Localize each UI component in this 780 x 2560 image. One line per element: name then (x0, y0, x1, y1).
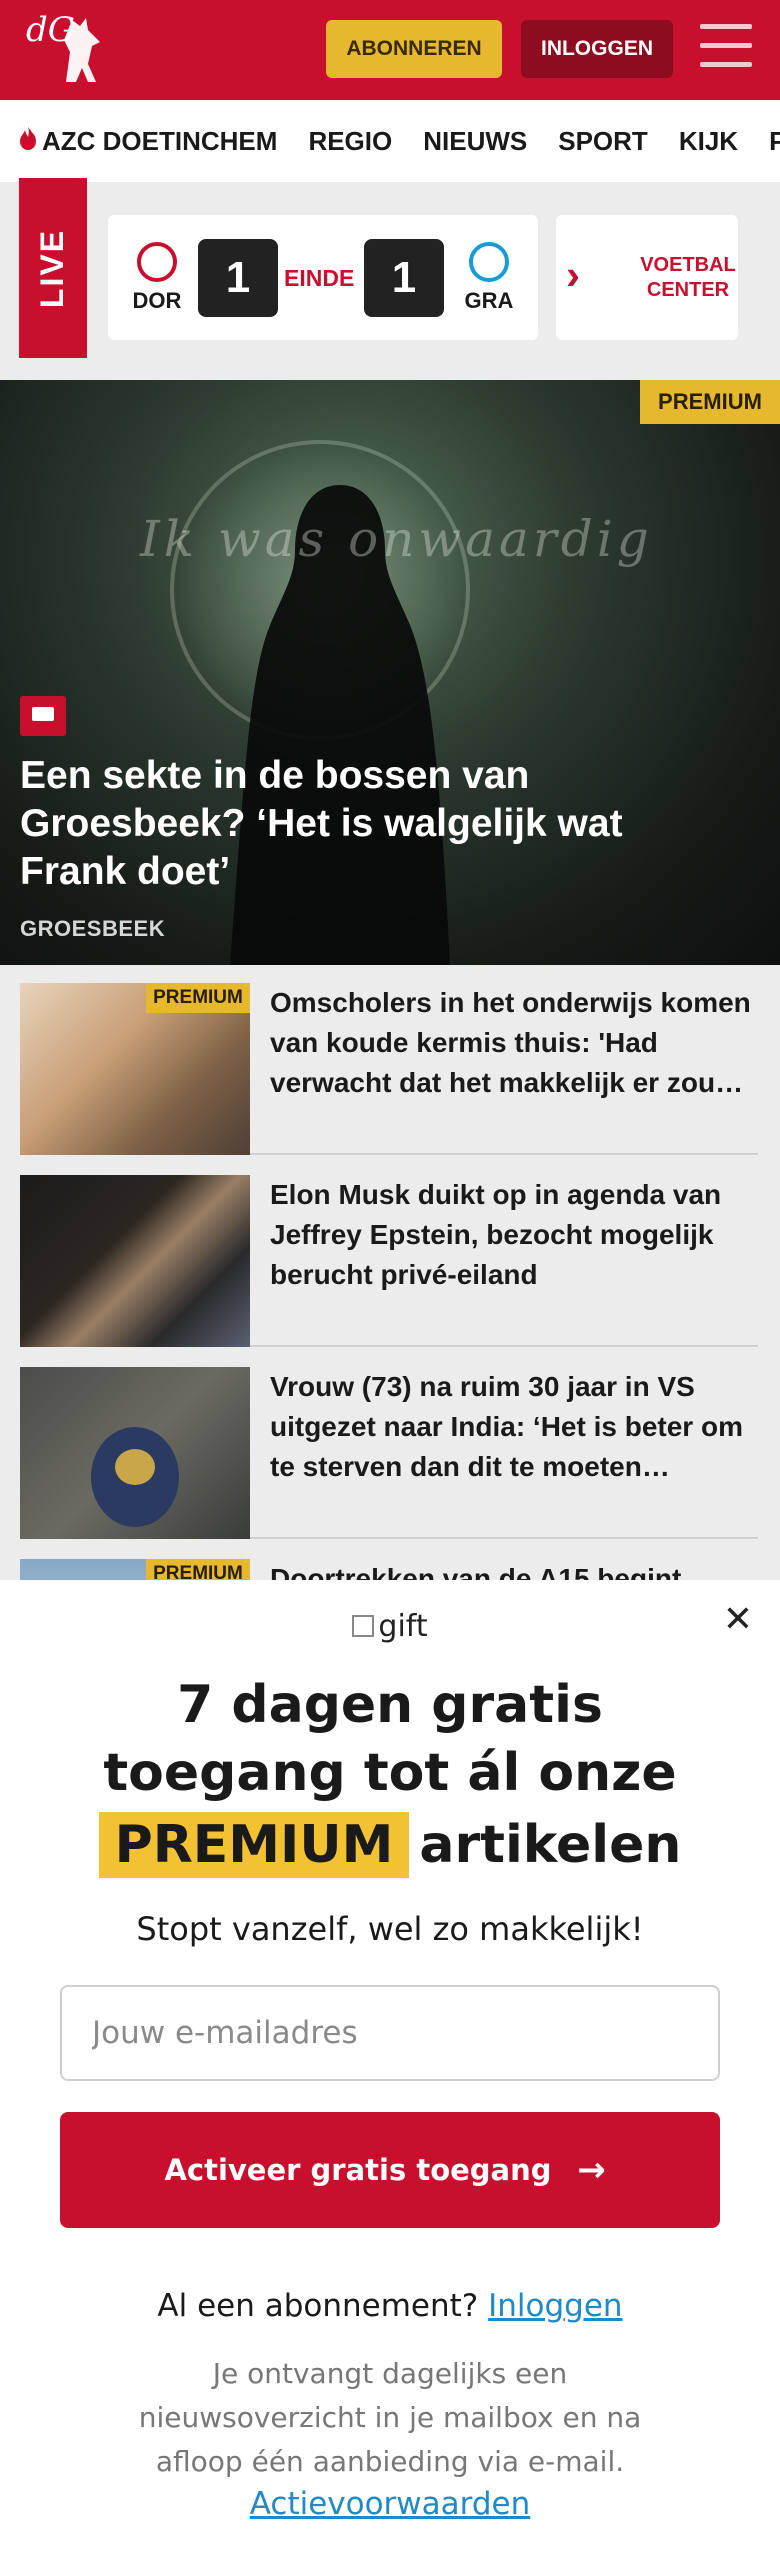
nav-item-regio[interactable]: REGIO (308, 126, 392, 157)
email-field[interactable] (60, 1985, 720, 2081)
home-team: DOR (122, 215, 192, 340)
gift-icon: gift (348, 1606, 432, 1646)
list-item[interactable]: Elon Musk duikt op in agenda van Jeffrey… (20, 1157, 758, 1347)
premium-badge: PREMIUM (640, 380, 780, 424)
home-score: 1 (198, 239, 278, 317)
modal-subtitle: Stopt vanzelf, wel zo makkelijk! (136, 1910, 644, 1948)
hero-image-text: Ik was onwaardig (140, 510, 653, 568)
premium-badge: PREMIUM (146, 983, 250, 1013)
nav-item-nieuws[interactable]: NIEUWS (423, 126, 527, 157)
nav-item-sport[interactable]: SPORT (558, 126, 648, 157)
premium-trial-modal: gift ✕ 7 dagen gratis toegang tot ál onz… (0, 1580, 780, 2560)
hero-title[interactable]: Een sekte in de bossen van Groesbeek? ‘H… (20, 752, 700, 896)
logo-horse-icon (64, 18, 100, 82)
arrow-right-icon: → (577, 2150, 606, 2190)
article-title[interactable]: Elon Musk duikt op in agenda van Jeffrey… (270, 1175, 758, 1295)
premium-highlight: PREMIUM (98, 1812, 410, 1878)
modal-headline-line3: PREMIUM artikelen (0, 1812, 780, 1878)
article-thumbnail: PREMIUM (20, 983, 250, 1155)
match-status: EINDE (284, 265, 355, 291)
badge-image (91, 1427, 179, 1527)
nav-item-azc-doetinchem[interactable]: AZC DOETINCHEM (18, 125, 277, 158)
voetbal-center-link[interactable]: › VOETBAL CENTER (556, 215, 738, 340)
voetbal-center-label: VOETBAL CENTER (640, 254, 736, 301)
comment-icon (20, 696, 66, 736)
nav-item-kijk[interactable]: KIJK (679, 126, 738, 157)
activate-trial-button[interactable]: Activeer gratis toegang → (60, 2112, 720, 2228)
flame-icon (18, 125, 38, 158)
match-card[interactable]: DOR 1 EINDE 1 GRA (108, 215, 538, 340)
modal-headline-line2: toegang tot ál onze (103, 1743, 677, 1803)
menu-icon[interactable] (700, 24, 752, 72)
already-subscribed: Al een abonnement? Inloggen (157, 2288, 623, 2324)
article-title[interactable]: Omscholers in het onderwijs komen van ko… (270, 983, 758, 1103)
subscribe-button[interactable]: ABONNEREN (326, 20, 502, 78)
modal-info-text: Je ontvangt dagelijks een nieuwsoverzich… (138, 2357, 642, 2478)
site-header: dG ABONNEREN INLOGGEN (0, 0, 780, 100)
site-logo[interactable]: dG (22, 12, 117, 90)
away-team-logo-icon (469, 241, 509, 282)
close-icon[interactable]: ✕ (720, 1602, 756, 1638)
hero-location: GROESBEEK (20, 916, 166, 941)
chevron-right-icon: › (566, 251, 580, 298)
list-item[interactable]: Vrouw (73) na ruim 30 jaar in VS uitgeze… (20, 1349, 758, 1539)
away-team: GRA (454, 215, 524, 340)
main-nav: AZC DOETINCHEM REGIO NIEUWS SPORT KIJK P… (0, 100, 780, 182)
away-score: 1 (364, 239, 444, 317)
terms-link[interactable]: Actievoorwaarden (0, 2486, 780, 2522)
login-link[interactable]: Inloggen (488, 2288, 622, 2324)
nav-item-label: AZC DOETINCHEM (42, 125, 278, 156)
nav-item-po[interactable]: PO (769, 126, 780, 157)
modal-headline-line1: 7 dagen gratis (177, 1675, 603, 1735)
activate-trial-label: Activeer gratis toegang (164, 2153, 552, 2187)
live-tag: LIVE (19, 178, 87, 358)
hero-article[interactable]: Ik was onwaardig PREMIUM Een sekte in de… (0, 380, 780, 965)
list-item[interactable]: PREMIUM Omscholers in het onderwijs kome… (20, 965, 758, 1155)
home-team-code: DOR (132, 287, 182, 313)
login-button[interactable]: INLOGGEN (521, 20, 673, 78)
home-team-logo-icon (137, 241, 177, 282)
article-title[interactable]: Vrouw (73) na ruim 30 jaar in VS uitgeze… (270, 1367, 758, 1487)
article-list: PREMIUM Omscholers in het onderwijs kome… (0, 965, 780, 1731)
article-thumbnail (20, 1175, 250, 1347)
headline-tail: artikelen (419, 1815, 682, 1875)
away-team-code: GRA (464, 287, 514, 313)
article-thumbnail (20, 1367, 250, 1539)
